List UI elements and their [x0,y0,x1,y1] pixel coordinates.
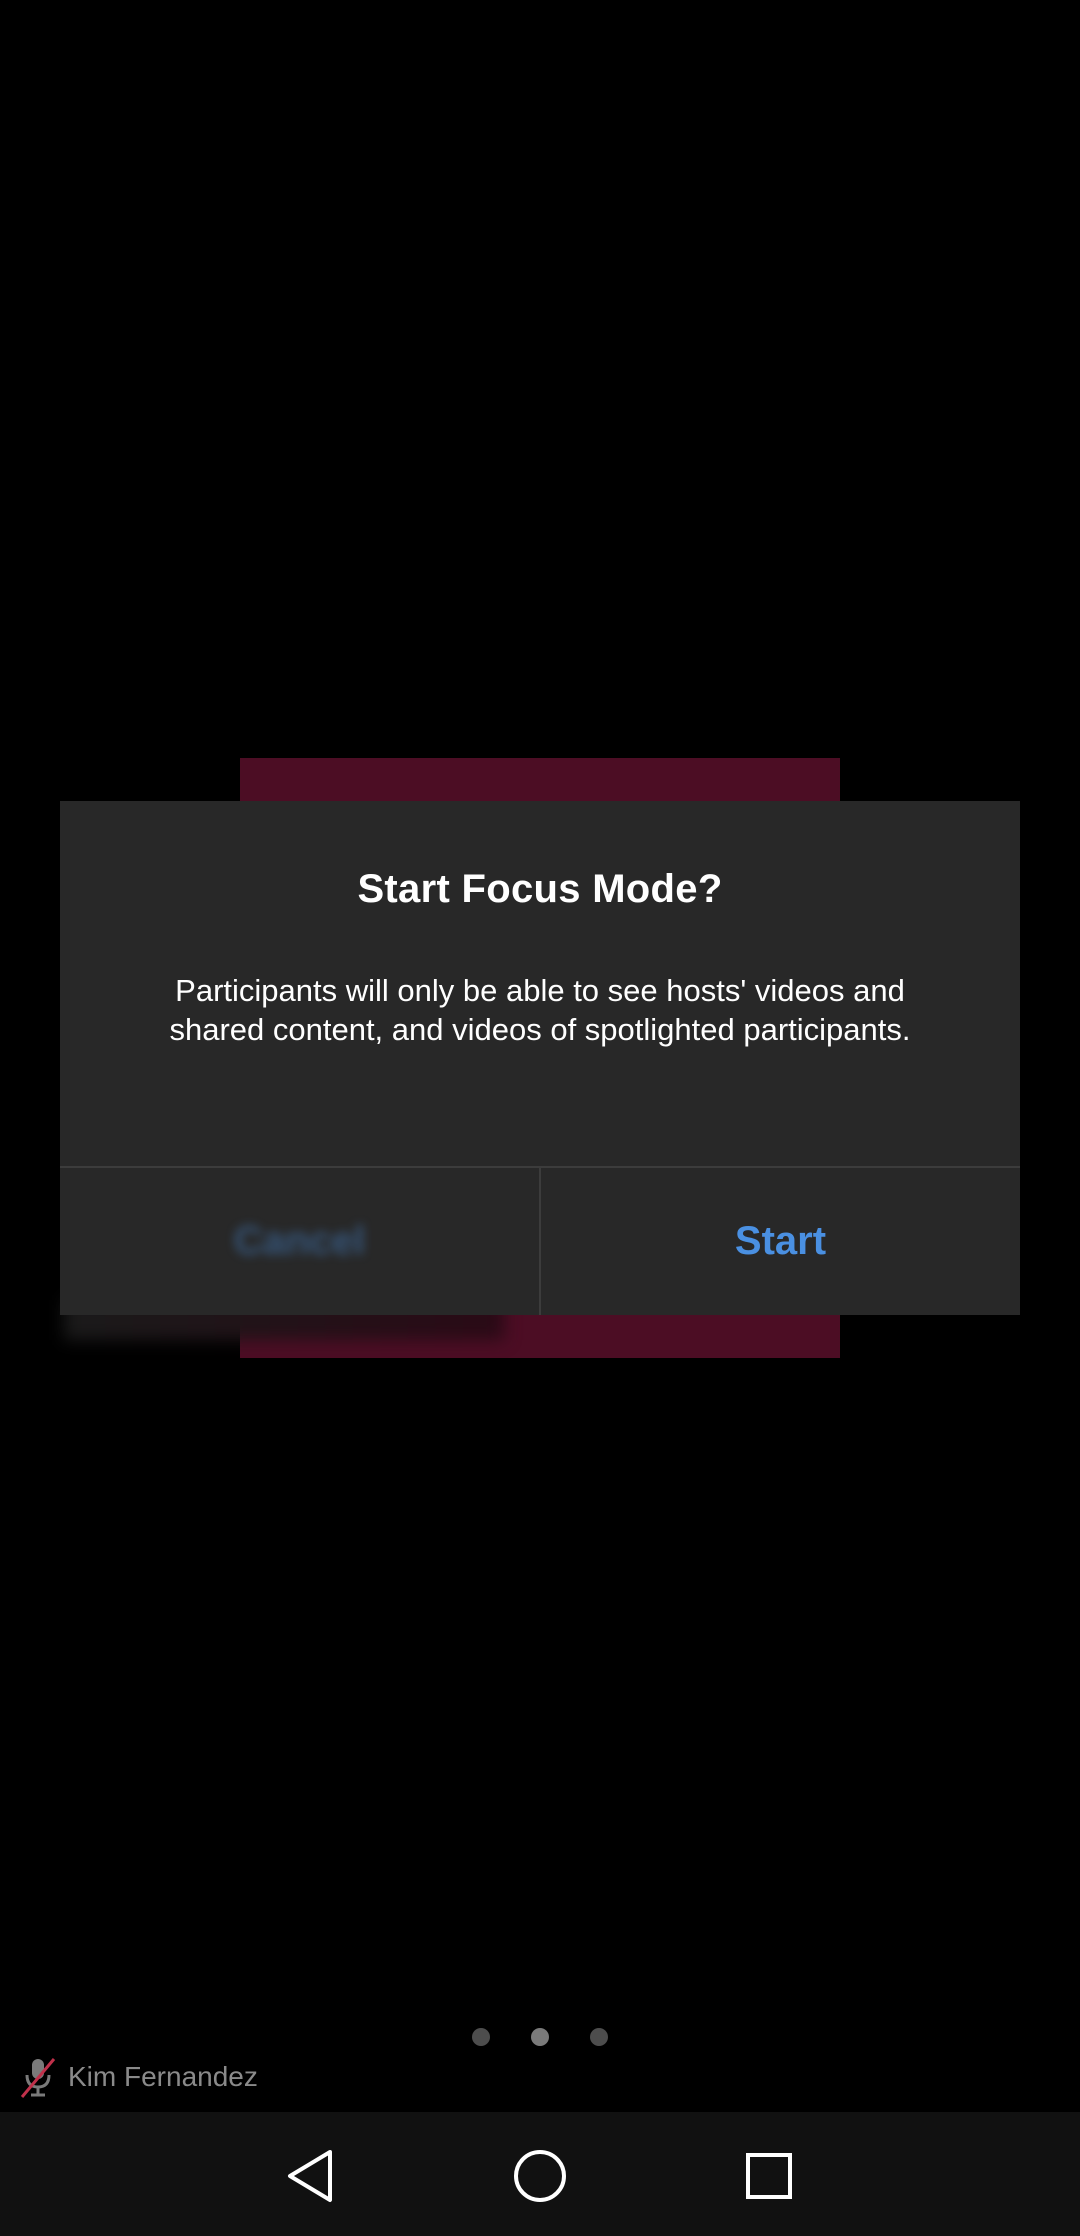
nav-home-button[interactable] [510,2146,570,2206]
dialog-message: Participants will only be able to see ho… [169,973,911,1047]
page-dot[interactable] [590,2028,608,2046]
focus-mode-dialog: Start Focus Mode? Participants will only… [60,801,1020,1315]
home-circle-icon [514,2150,566,2202]
mic-muted-icon [20,2058,56,2098]
system-nav-bar [0,2112,1080,2236]
page-dot-active[interactable] [531,2028,549,2046]
recents-square-icon [746,2153,792,2199]
page-indicator [0,2028,1080,2046]
page-dot[interactable] [472,2028,490,2046]
cancel-button[interactable]: Cancel [60,1168,539,1315]
participant-label: Kim Fernandez [18,2055,258,2099]
nav-recents-button[interactable] [739,2146,799,2206]
start-button[interactable]: Start [541,1168,1020,1315]
back-triangle-icon [288,2150,332,2202]
dialog-title: Start Focus Mode? [357,867,723,911]
dialog-button-row: Cancel Start [60,1168,1020,1315]
nav-back-button[interactable] [280,2146,340,2206]
participant-name: Kim Fernandez [68,2061,258,2092]
